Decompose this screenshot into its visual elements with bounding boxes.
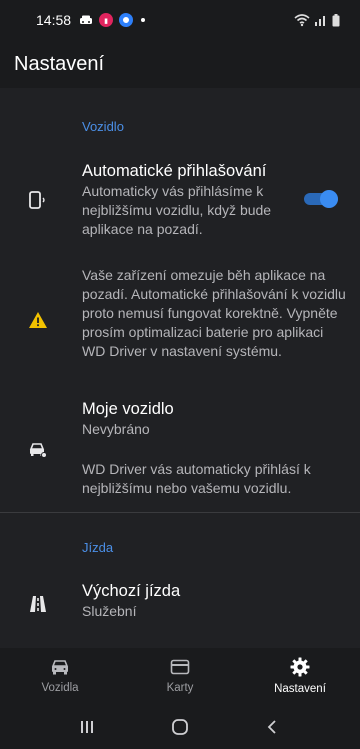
section-divider [0, 512, 360, 513]
road-icon [30, 596, 46, 612]
default-ride-title: Výchozí jízda [82, 582, 181, 600]
gear-icon [290, 657, 310, 677]
my-vehicle-description: WD Driver vás automaticky přihlásí k nej… [82, 461, 311, 496]
nav-settings[interactable]: Nastavení [240, 648, 360, 704]
recent-apps-icon[interactable] [77, 718, 97, 736]
app-bar: Nastavení [0, 40, 360, 88]
nav-settings-label: Nastavení [274, 683, 326, 695]
default-ride-row[interactable]: Výchozí jízda Služební [0, 582, 360, 626]
phone-proximity-icon [29, 191, 45, 209]
nav-vehicles[interactable]: Vozidla [0, 648, 120, 704]
settings-list[interactable]: Vozidlo Automatické přihlašování Automat… [0, 88, 360, 648]
auto-login-subtitle: Automaticky vás přihlásíme k nejbližšímu… [82, 183, 272, 237]
status-indicators: ▮ [79, 13, 147, 27]
system-navigation [0, 704, 360, 749]
back-icon[interactable] [263, 717, 283, 737]
signal-icon [315, 16, 325, 26]
section-header-vehicle: Vozidlo [82, 119, 124, 134]
battery-warning-row[interactable]: Vaše zařízení omezuje běh aplikace na po… [0, 266, 360, 366]
svg-text:▮: ▮ [104, 18, 108, 25]
car-settings-icon [29, 443, 47, 458]
wifi-icon [294, 14, 310, 27]
my-vehicle-subtitle: Nevybráno [82, 421, 150, 437]
app-notification-icon: ▮ [99, 13, 114, 27]
nav-cards[interactable]: Karty [120, 648, 240, 704]
auto-login-title: Automatické přihlašování [82, 162, 267, 180]
status-bar: 14:58 ▮ [0, 0, 360, 40]
toggle-thumb [320, 190, 338, 208]
section-header-ride: Jízda [82, 540, 114, 555]
card-icon [170, 659, 190, 675]
home-icon[interactable] [170, 717, 190, 737]
warning-icon [29, 312, 47, 328]
bottom-navigation: Vozidla Karty Nastavení [0, 648, 360, 704]
my-vehicle-row[interactable]: Moje vozidlo Nevybráno WD Driver vás aut… [0, 398, 360, 498]
status-dot-icon [141, 18, 146, 22]
status-right [294, 13, 340, 27]
app-icon [119, 13, 134, 27]
auto-login-toggle[interactable] [304, 190, 338, 208]
page-title: Nastavení [14, 52, 105, 75]
car-status-icon [80, 15, 93, 24]
default-ride-subtitle: Služební [82, 603, 137, 619]
battery-warning-text: Vaše zařízení omezuje běh aplikace na po… [82, 267, 346, 359]
status-time: 14:58 [36, 12, 72, 28]
auto-login-row[interactable]: Automatické přihlašování Automaticky vás… [0, 160, 360, 240]
my-vehicle-title: Moje vozidlo [82, 400, 174, 418]
nav-vehicles-label: Vozidla [41, 682, 79, 694]
nav-cards-label: Karty [166, 682, 194, 694]
battery-icon [332, 13, 340, 26]
car-icon [51, 660, 69, 675]
